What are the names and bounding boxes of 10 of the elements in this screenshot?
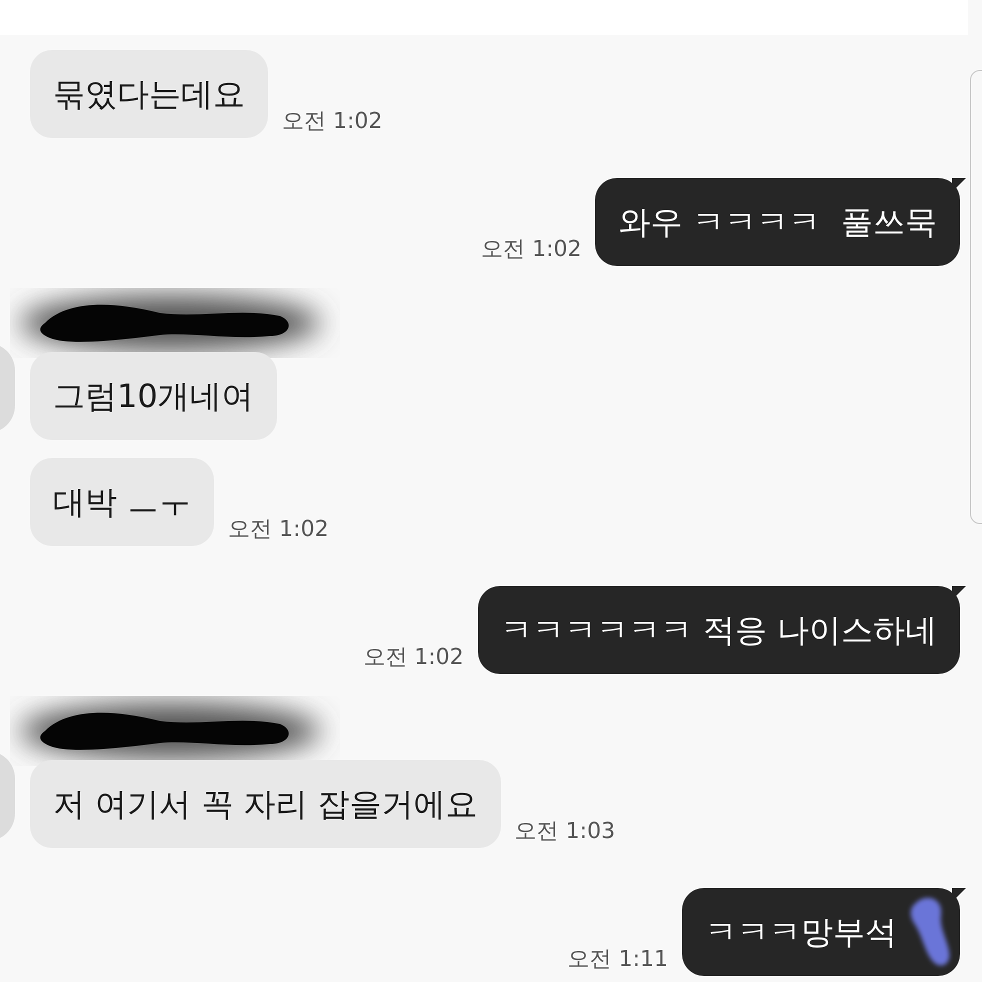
timestamp: 오전 1:02 [363, 644, 464, 672]
message-bubble: 묶였다는데요 [30, 50, 268, 138]
timestamp: 오전 1:03 [514, 818, 616, 846]
timestamp: 오전 1:02 [282, 108, 382, 136]
timestamp: 오전 1:11 [568, 946, 668, 974]
timestamp: 오전 1:02 [481, 236, 582, 264]
message-bubble: 저 여기서 꼭 자리 잡을거에요 [30, 760, 501, 848]
timestamp: 오전 1:02 [228, 516, 329, 544]
message-bubble: 그럼10개네여 [30, 352, 277, 440]
message-bubble: 대박 ㅡㅜ [30, 458, 214, 546]
